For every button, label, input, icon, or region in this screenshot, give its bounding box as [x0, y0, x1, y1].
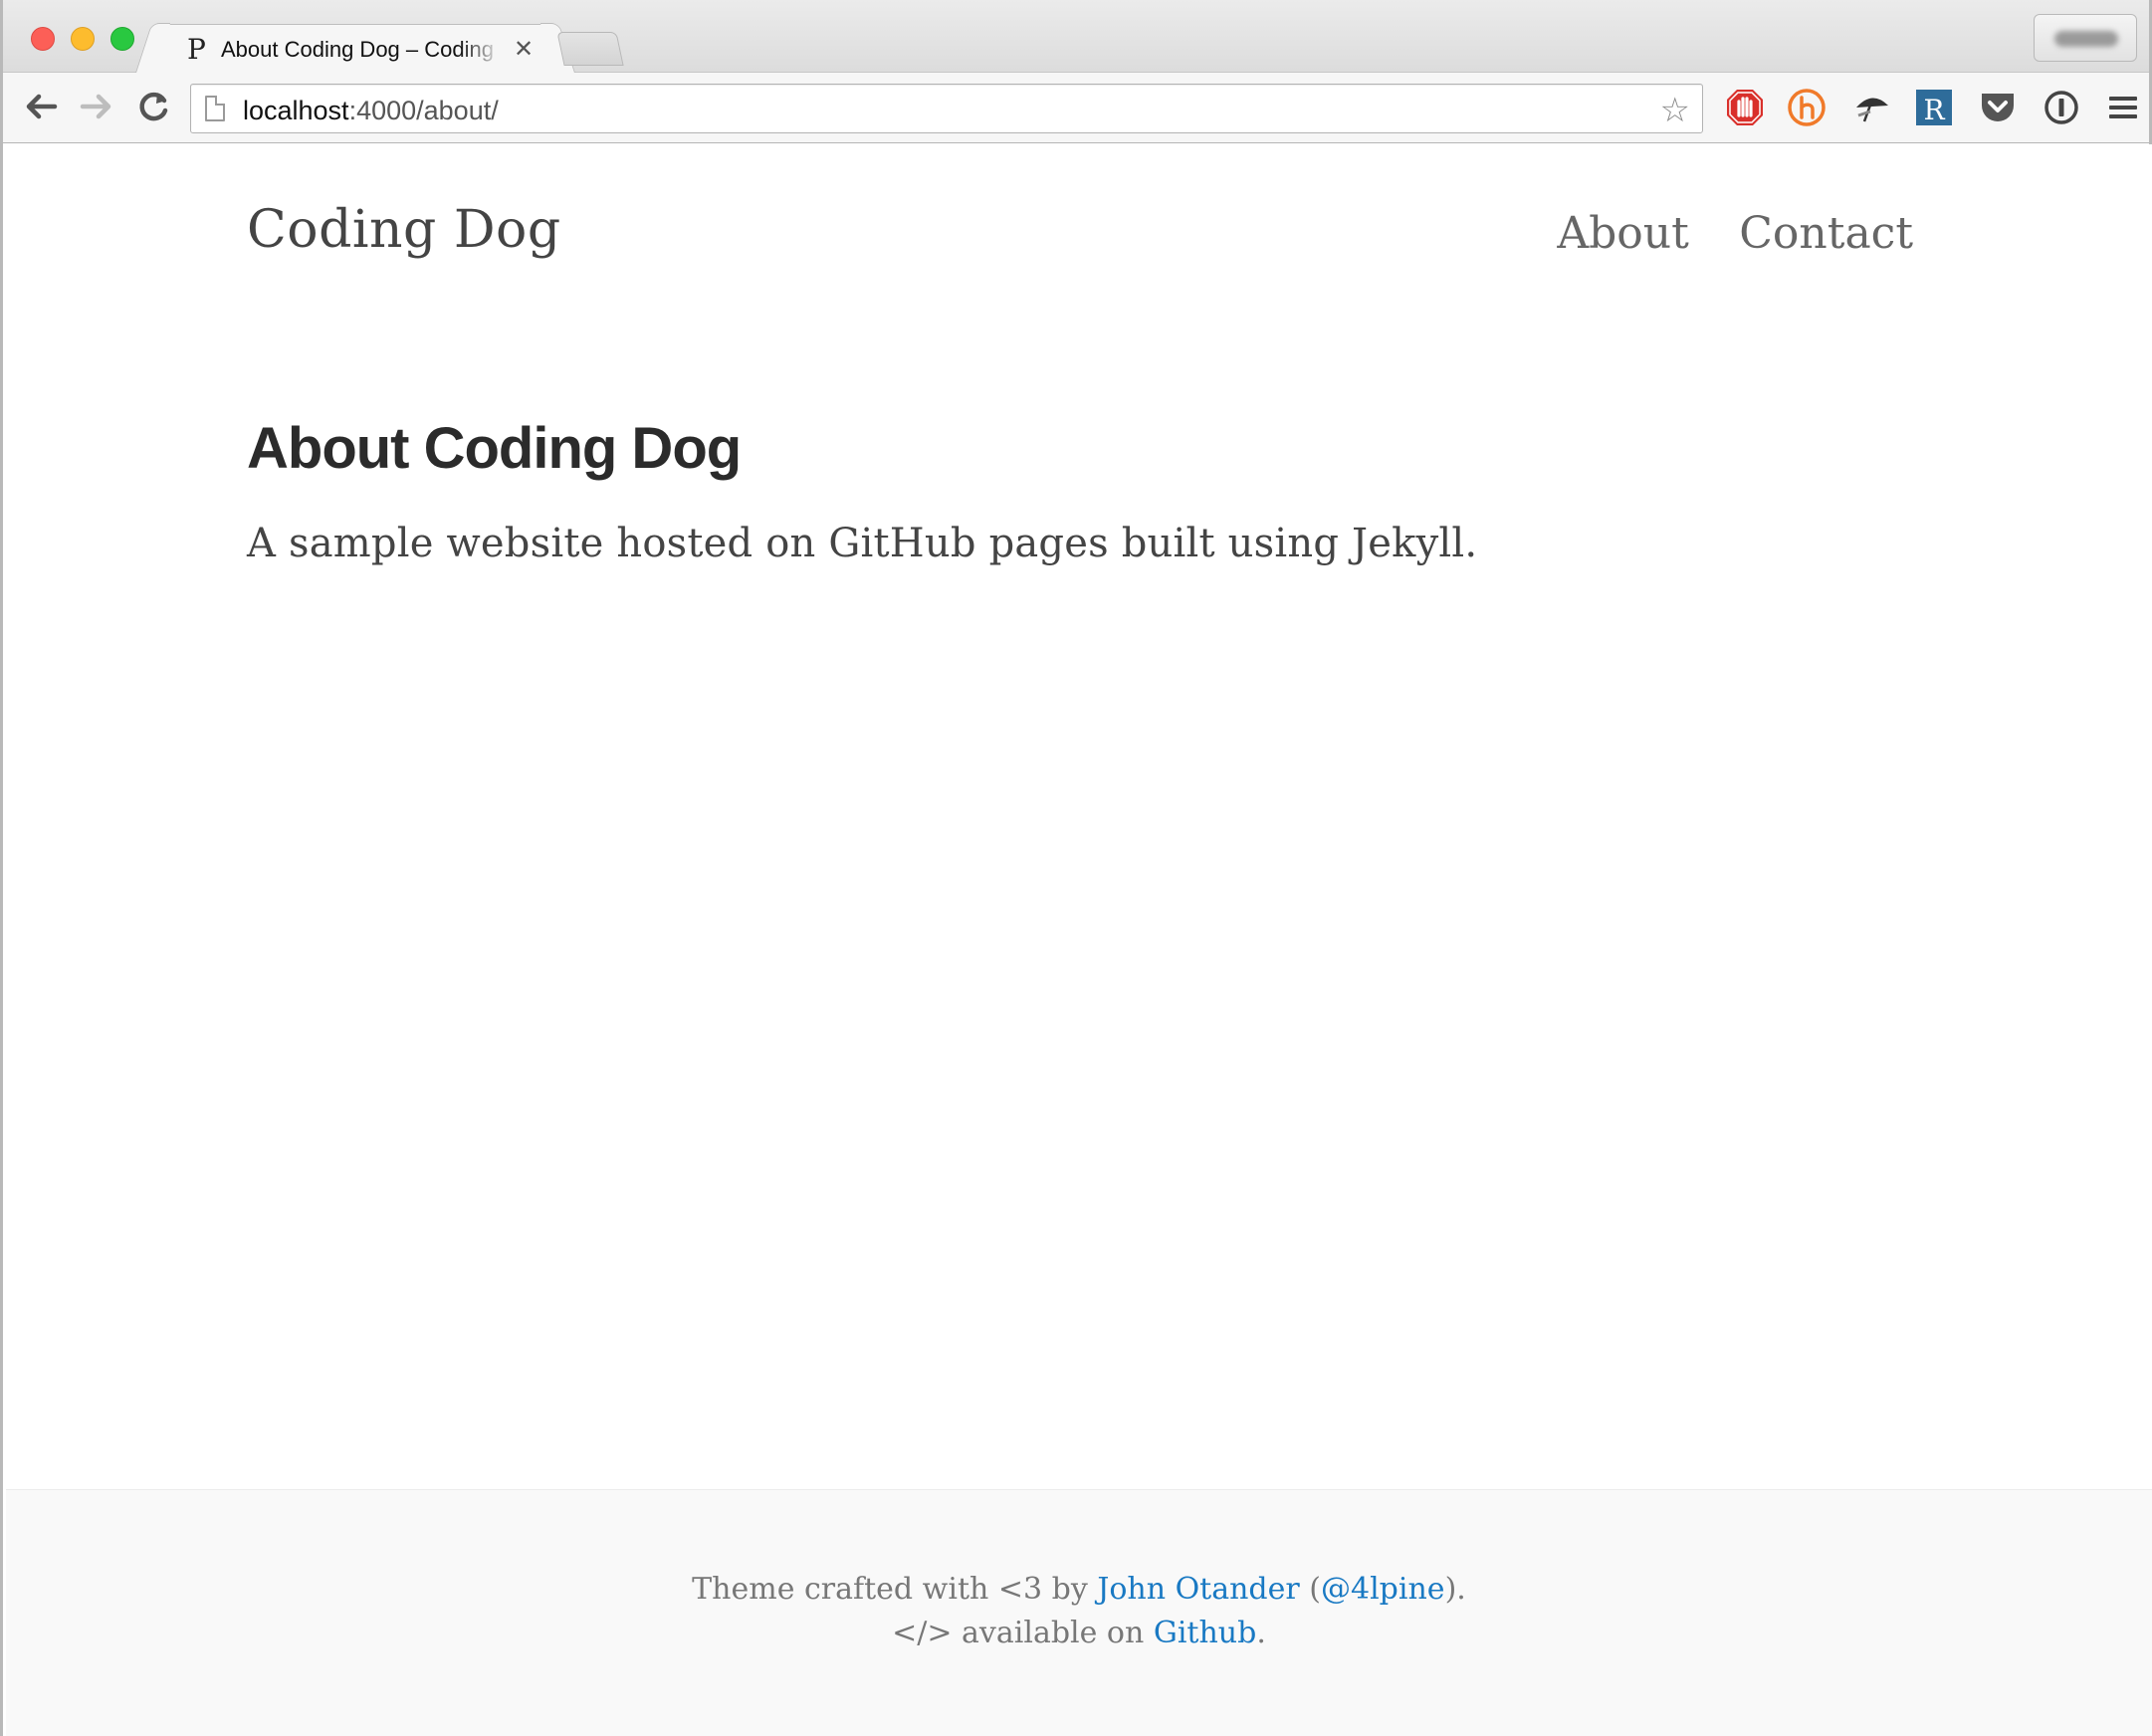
tab-close-icon[interactable]: ✕ [514, 35, 534, 64]
page-description: A sample website hosted on GitHub pages … [247, 521, 1478, 566]
nav-link-contact[interactable]: Contact [1739, 208, 1913, 259]
site-header: Coding Dog About Contact [6, 144, 2152, 294]
back-arrow-icon[interactable] [21, 87, 61, 126]
tab-about-coding-dog[interactable]: P About Coding Dog – Coding Dog ✕ [152, 24, 558, 74]
browser-toolbar: localhost:4000/about/ ☆ R [3, 73, 2149, 143]
svg-text:R: R [1923, 94, 1945, 126]
footer-paren-close: ). [1444, 1572, 1466, 1607]
browser-window: P About Coding Dog – Coding Dog ✕ localh… [0, 0, 2152, 1736]
new-tab-button[interactable] [556, 32, 624, 66]
footer-source-period: . [1256, 1616, 1266, 1650]
readability-r-icon[interactable]: R [1912, 86, 1956, 129]
site-title-link[interactable]: Coding Dog [247, 200, 561, 260]
page-icon [205, 96, 225, 121]
web-page: Coding Dog About Contact About Coding Do… [6, 144, 2152, 1736]
honey-extension-icon[interactable] [1785, 86, 1829, 129]
url-host: localhost [243, 96, 349, 125]
reload-icon[interactable] [133, 87, 173, 126]
footer-author-link[interactable]: John Otander [1097, 1572, 1299, 1607]
page-title: About Coding Dog [247, 416, 742, 481]
address-bar[interactable]: localhost:4000/about/ ☆ [190, 84, 1703, 133]
zoom-window-button[interactable] [110, 27, 134, 51]
footer-github-link[interactable]: Github [1154, 1616, 1256, 1650]
footer-handle-link[interactable]: @4lpine [1321, 1572, 1445, 1607]
tab-title: About Coding Dog – Coding Dog [221, 37, 502, 62]
url-path: :4000/about/ [348, 96, 499, 125]
nav-link-about[interactable]: About [1557, 208, 1688, 259]
close-window-button[interactable] [31, 27, 55, 51]
bookmark-star-icon[interactable]: ☆ [1660, 91, 1690, 130]
footer-source-text: </> available on [892, 1616, 1154, 1650]
footer-paren-open: ( [1299, 1572, 1321, 1607]
tab-favicon-icon: P [187, 33, 206, 66]
minimize-window-button[interactable] [71, 27, 95, 51]
menu-icon[interactable] [2101, 86, 2145, 129]
tab-strip: P About Coding Dog – Coding Dog ✕ [3, 0, 2149, 74]
site-nav: About Contact [1511, 208, 1913, 259]
site-footer: Theme crafted with <3 by John Otander (@… [6, 1489, 2152, 1736]
profile-name-blurred [2054, 31, 2118, 47]
password-manager-icon[interactable] [2040, 86, 2083, 129]
footer-credit-line: Theme crafted with <3 by John Otander (@… [6, 1568, 2152, 1612]
forward-arrow-icon[interactable] [77, 87, 116, 126]
footer-credit-text: Theme crafted with <3 by [692, 1572, 1098, 1607]
umbrella-extension-icon[interactable] [1850, 86, 1894, 129]
profile-button[interactable] [2034, 14, 2137, 62]
adblock-icon[interactable] [1723, 86, 1767, 129]
url-text[interactable]: localhost:4000/about/ [243, 96, 499, 126]
pocket-icon[interactable] [1976, 86, 2020, 129]
footer-source-line: </> available on Github. [6, 1612, 2152, 1655]
